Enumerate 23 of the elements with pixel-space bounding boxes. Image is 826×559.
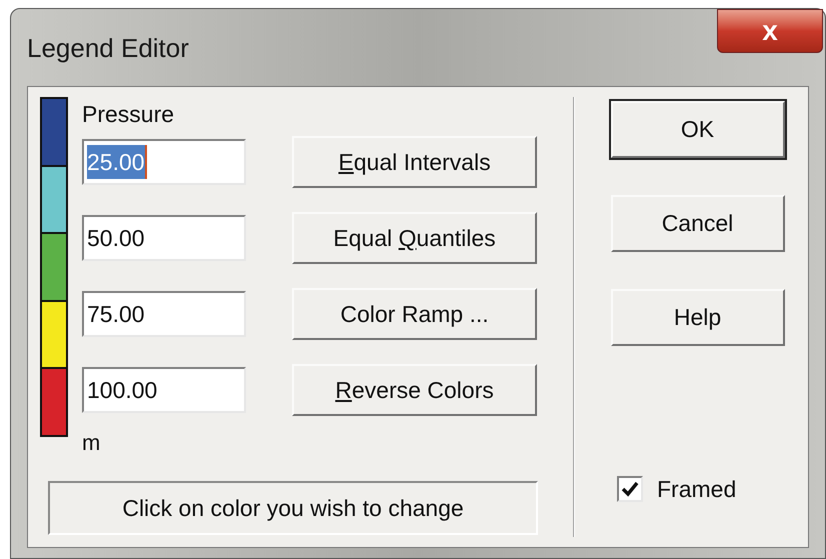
value-field[interactable]: 25.00 [82,139,246,185]
color-swatch[interactable] [42,164,66,232]
color-swatch[interactable] [42,367,66,435]
value-field[interactable]: 75.00 [82,291,246,337]
color-swatch[interactable] [42,300,66,368]
hint-box: Click on color you wish to change [48,481,538,535]
value-field[interactable]: 50.00 [82,215,246,261]
units-label: m [82,429,102,457]
color-swatch[interactable] [42,99,66,165]
dialog-button[interactable]: OK [610,101,784,158]
close-button[interactable]: x [717,9,823,53]
framed-checkbox[interactable] [617,476,643,502]
dialog-button[interactable]: Cancel [610,195,784,252]
framed-label: Framed [657,475,736,504]
legend-title: Pressure [82,100,176,129]
dialog-button[interactable]: Help [610,289,784,346]
value-field[interactable]: 100.00 [82,367,246,413]
window-title: Legend Editor [27,32,189,65]
action-button[interactable]: Reverse Colors [292,364,537,416]
action-button[interactable]: Equal Quantiles [292,212,537,264]
action-button[interactable]: Color Ramp ... [292,288,537,340]
color-swatch[interactable] [42,232,66,300]
action-button[interactable]: Equal Intervals [292,136,537,188]
